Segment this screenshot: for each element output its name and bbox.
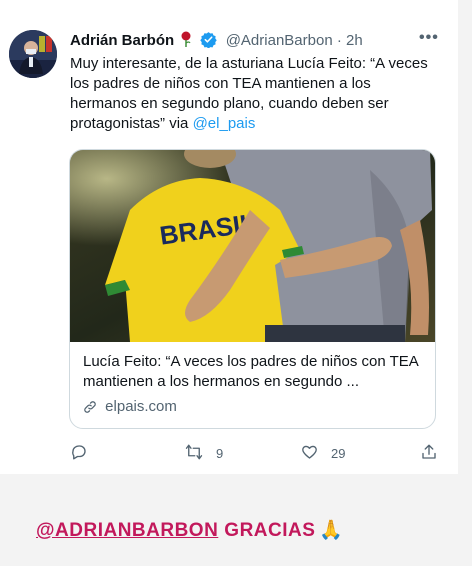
story-caption: @ADRIANBARBON GRACIAS 🙏 [36,518,344,542]
story-mention[interactable]: @ADRIANBARBON [36,520,218,541]
tweet-time[interactable]: 2h [346,32,363,49]
reply-button[interactable] [70,443,100,464]
retweet-button[interactable]: 9 [184,443,223,464]
share-button[interactable] [420,443,450,464]
share-icon [420,443,450,464]
heart-icon [300,443,331,464]
like-button[interactable]: 29 [300,443,345,464]
el-pais-mention-link[interactable]: @el_pais [193,115,256,132]
header-separator: · [332,32,347,49]
author-avatar[interactable] [9,30,57,78]
tweet-actions: 9 29 [0,443,458,463]
verified-badge-icon [199,31,217,52]
praying-hands-icon: 🙏 [319,520,344,541]
tweet-card[interactable]: Adrián Barbón @AdrianBarbon · 2h ••• Muy… [0,0,458,474]
tweet-text: Muy interesante, de la asturiana Lucía F… [70,54,438,134]
retweet-count: 9 [216,446,224,461]
link-preview-title[interactable]: Lucía Feito: “A veces los padres de niño… [83,352,428,392]
more-options-icon[interactable]: ••• [419,29,439,47]
rose-icon [180,31,192,51]
like-count: 29 [331,446,346,461]
retweet-icon [184,443,216,464]
story-thanks: GRACIAS [224,520,316,541]
link-preview-card[interactable]: BRASIL Lucía Feito: “A veces los padres … [69,149,436,429]
author-handle[interactable]: @AdrianBarbon [226,32,333,49]
link-preview-domain: elpais.com [83,398,177,415]
link-icon [83,398,105,415]
reply-icon [70,443,100,464]
author-name[interactable]: Adrián Barbón [70,32,174,49]
tweet-header: Adrián Barbón @AdrianBarbon · 2h [70,31,363,52]
link-preview-image: BRASIL [70,150,435,342]
link-preview-domain-text: elpais.com [105,398,177,415]
